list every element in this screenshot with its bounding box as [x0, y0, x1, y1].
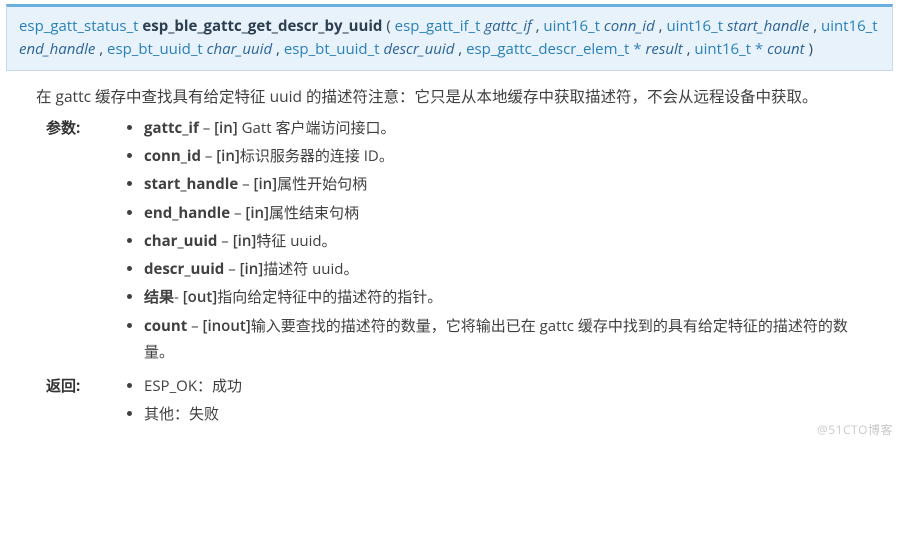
- function-description: 在 gattc 缓存中查找具有给定特征 uuid 的描述符注意：它只是从本地缓存…: [6, 71, 893, 113]
- function-name: esp_ble_gattc_get_descr_by_uuid: [142, 16, 382, 36]
- param-doc-name: 结果: [144, 287, 174, 307]
- param-type[interactable]: esp_gattc_descr_elem_t *: [466, 39, 641, 59]
- param-name: result: [645, 39, 682, 59]
- param-name: start_handle: [727, 16, 809, 36]
- param-item: char_uuid – [in]特征 uuid。: [144, 228, 875, 254]
- param-item: 结果- [out]指向给定特征中的描述符的指针。: [144, 284, 875, 310]
- return-type-link[interactable]: esp_gatt_status_t: [19, 16, 139, 36]
- return-item: ESP_OK：成功: [144, 373, 875, 399]
- param-name: end_handle: [19, 39, 95, 59]
- watermark: @51CTO博客: [817, 421, 893, 438]
- param-name: conn_id: [604, 16, 655, 36]
- param-type[interactable]: esp_gatt_if_t: [395, 16, 481, 36]
- params-field: 参数: gattc_if – [in] Gatt 客户端访问接口。conn_id…: [46, 115, 875, 367]
- param-item: end_handle – [in]属性结束句柄: [144, 200, 875, 226]
- param-doc-name: conn_id: [144, 146, 201, 166]
- params-list: gattc_if – [in] Gatt 客户端访问接口。conn_id – […: [126, 115, 875, 365]
- param-direction: [in]: [216, 146, 240, 166]
- param-direction: [in]: [214, 118, 238, 138]
- param-type[interactable]: esp_bt_uuid_t: [284, 39, 380, 59]
- param-item: conn_id – [in]标识服务器的连接 ID。: [144, 143, 875, 169]
- param-type[interactable]: uint16_t *: [694, 39, 763, 59]
- param-direction: [in]: [245, 203, 269, 223]
- param-doc-name: gattc_if: [144, 118, 199, 138]
- param-direction: [out]: [183, 287, 218, 307]
- param-direction: [inout]: [203, 316, 251, 336]
- param-doc-name: char_uuid: [144, 231, 217, 251]
- param-name: descr_uuid: [383, 39, 454, 59]
- param-type[interactable]: uint16_t: [821, 16, 878, 36]
- returns-list: ESP_OK：成功其他：失败: [126, 373, 875, 428]
- param-type[interactable]: esp_bt_uuid_t: [107, 39, 203, 59]
- return-item: 其他：失败: [144, 401, 875, 427]
- param-item: descr_uuid – [in]描述符 uuid。: [144, 256, 875, 282]
- params-label: 参数:: [46, 115, 102, 138]
- param-doc-name: start_handle: [144, 174, 238, 194]
- param-doc-name: end_handle: [144, 203, 230, 223]
- return-label: 返回:: [46, 373, 102, 396]
- param-doc-name: count: [144, 316, 187, 336]
- return-field: 返回: ESP_OK：成功其他：失败: [46, 373, 875, 430]
- param-name: char_uuid: [207, 39, 272, 59]
- param-item: gattc_if – [in] Gatt 客户端访问接口。: [144, 115, 875, 141]
- param-doc-name: descr_uuid: [144, 259, 224, 279]
- param-item: start_handle – [in]属性开始句柄: [144, 171, 875, 197]
- param-name: gattc_if: [484, 16, 531, 36]
- param-direction: [in]: [233, 231, 257, 251]
- param-direction: [in]: [254, 174, 278, 194]
- function-signature: esp_gatt_status_t esp_ble_gattc_get_desc…: [6, 4, 893, 71]
- param-direction: [in]: [240, 259, 264, 279]
- param-name: count: [767, 39, 804, 59]
- param-type[interactable]: uint16_t: [666, 16, 723, 36]
- param-item: count – [inout]输入要查找的描述符的数量，它将输出已在 gattc…: [144, 313, 875, 366]
- param-type[interactable]: uint16_t: [543, 16, 600, 36]
